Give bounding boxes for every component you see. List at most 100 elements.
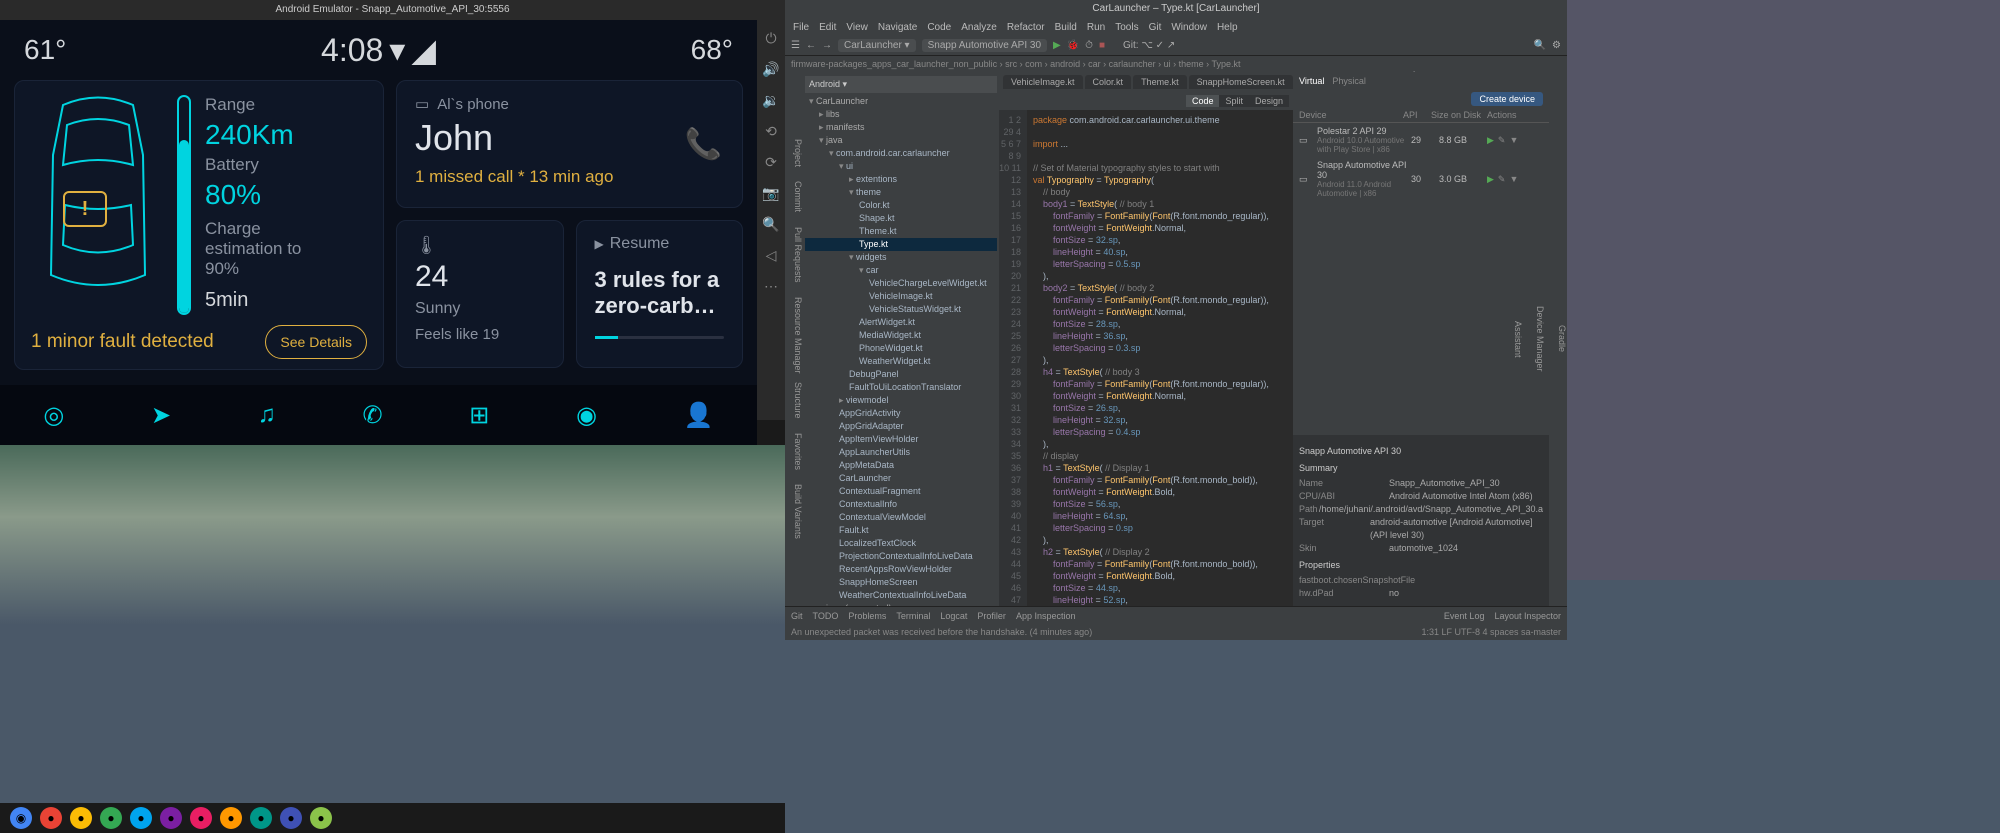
tree-node[interactable]: Color.kt <box>805 199 997 212</box>
tool-layout-inspector[interactable]: Layout Inspector <box>1494 611 1561 621</box>
os-taskbar[interactable]: ◉ ● ● ● ● ● ● ● ● ● ● <box>0 803 785 833</box>
tree-node[interactable]: AppMetaData <box>805 459 997 472</box>
stop-icon[interactable]: ■ <box>1099 40 1105 51</box>
tree-node[interactable]: DebugPanel <box>805 368 997 381</box>
taskbar-app-icon[interactable]: ● <box>160 807 182 829</box>
code-editor[interactable]: 1 2 29 4 5 6 7 8 9 10 11 12 13 14 15 16 … <box>999 110 1293 606</box>
device-row[interactable]: ▭Snapp Automotive API 30Android 11.0 And… <box>1293 157 1549 201</box>
menu-analyze[interactable]: Analyze <box>961 22 997 33</box>
tree-node[interactable]: ui <box>805 160 997 173</box>
tree-node[interactable]: Shape.kt <box>805 212 997 225</box>
android-view-combo[interactable]: Android <box>809 79 840 89</box>
edit-device-icon[interactable]: ✎ <box>1498 174 1506 185</box>
menu-tools[interactable]: Tools <box>1115 22 1138 33</box>
menu-code[interactable]: Code <box>927 22 951 33</box>
tool-app-inspection[interactable]: App Inspection <box>1016 611 1076 621</box>
menu-view[interactable]: View <box>846 22 868 33</box>
menu-window[interactable]: Window <box>1171 22 1207 33</box>
tab-vehicleimage-kt[interactable]: VehicleImage.kt <box>1003 75 1083 89</box>
device-menu-icon[interactable]: ▼ <box>1509 135 1518 146</box>
tool-todo[interactable]: TODO <box>813 611 839 621</box>
see-details-button[interactable]: See Details <box>265 325 367 359</box>
tree-node[interactable]: VehicleStatusWidget.kt <box>805 303 997 316</box>
mode-split[interactable]: Split <box>1219 95 1249 107</box>
phone-icon[interactable]: 📞 <box>685 127 722 162</box>
menu-refactor[interactable]: Refactor <box>1007 22 1045 33</box>
tree-node[interactable]: WeatherWidget.kt <box>805 355 997 368</box>
vehicle-status-tile[interactable]: ! Range 240Km Battery 80% Charge estimat… <box>14 80 384 370</box>
tree-node[interactable]: AppGridAdapter <box>805 420 997 433</box>
tree-node[interactable]: java <box>805 134 997 147</box>
git-icon[interactable]: Git: ⌥ ✓ ↗ <box>1123 40 1175 51</box>
tree-node[interactable]: FaultToUiLocationTranslator <box>805 381 997 394</box>
tree-node[interactable]: java (generated) <box>805 602 997 606</box>
taskbar-app-icon[interactable]: ● <box>190 807 212 829</box>
build-variants-tool-button[interactable]: Build Variants <box>793 484 803 539</box>
tree-node[interactable]: Type.kt <box>805 238 997 251</box>
device-row[interactable]: ▭Polestar 2 API 29Android 10.0 Automotiv… <box>1293 123 1549 157</box>
tree-node[interactable]: widgets <box>805 251 997 264</box>
zoom-icon[interactable]: 🔍 <box>762 216 779 233</box>
run-device-icon[interactable]: ▶ <box>1487 135 1494 146</box>
resource-manager-tool-button[interactable]: Resource Manager <box>793 297 803 374</box>
commit-tool-button[interactable]: Commit <box>793 181 803 212</box>
menu-edit[interactable]: Edit <box>819 22 836 33</box>
nav-navigate-icon[interactable]: ➤ <box>151 401 171 430</box>
device-manager-tool-button[interactable]: Device Manager <box>1535 306 1545 372</box>
volume-up-icon[interactable]: 🔊 <box>762 61 779 78</box>
edit-device-icon[interactable]: ✎ <box>1498 135 1506 146</box>
profile-icon[interactable]: ⏱ <box>1085 40 1093 51</box>
tree-node[interactable]: theme <box>805 186 997 199</box>
run-icon[interactable]: ▶ <box>1053 40 1061 51</box>
tool-event-log[interactable]: Event Log <box>1444 611 1485 621</box>
tool-terminal[interactable]: Terminal <box>896 611 930 621</box>
tree-node[interactable]: RecentAppsRowViewHolder <box>805 563 997 576</box>
tool-profiler[interactable]: Profiler <box>977 611 1006 621</box>
create-device-button[interactable]: Create device <box>1471 92 1543 106</box>
taskbar-app-icon[interactable]: ● <box>250 807 272 829</box>
tree-node[interactable]: VehicleChargeLevelWidget.kt <box>805 277 997 290</box>
structure-tool-button[interactable]: Structure <box>793 382 803 419</box>
tool-problems[interactable]: Problems <box>848 611 886 621</box>
tree-node[interactable]: LocalizedTextClock <box>805 537 997 550</box>
tree-node[interactable]: ContextualInfo <box>805 498 997 511</box>
nav-assistant-icon[interactable]: ◉ <box>576 401 597 430</box>
tree-node[interactable]: libs <box>805 108 997 121</box>
taskbar-app-icon[interactable]: ● <box>130 807 152 829</box>
ide-breadcrumb[interactable]: firmware-packages_apps_car_launcher_non_… <box>785 56 1567 72</box>
tree-node[interactable]: ContextualFragment <box>805 485 997 498</box>
back-icon[interactable]: ← <box>806 40 816 51</box>
tree-node[interactable]: CarLauncher <box>805 472 997 485</box>
volume-down-icon[interactable]: 🔉 <box>762 92 779 109</box>
tree-node[interactable]: manifests <box>805 121 997 134</box>
back-icon[interactable]: ◁ <box>766 247 777 264</box>
favorites-tool-button[interactable]: Favorites <box>793 433 803 470</box>
taskbar-app-icon[interactable]: ● <box>70 807 92 829</box>
module-combo[interactable]: CarLauncher ▾ <box>838 39 916 52</box>
tree-node[interactable]: viewmodel <box>805 394 997 407</box>
menu-help[interactable]: Help <box>1217 22 1238 33</box>
nav-music-icon[interactable]: ♫ <box>258 401 276 429</box>
more-icon[interactable]: ⋯ <box>764 278 778 295</box>
tree-node[interactable]: com.android.car.carlauncher <box>805 147 997 160</box>
assistant-tool-button[interactable]: Assistant <box>1513 321 1523 358</box>
device-tab-physical[interactable]: Physical <box>1332 76 1366 86</box>
tree-node[interactable]: PhoneWidget.kt <box>805 342 997 355</box>
taskbar-app-icon[interactable]: ● <box>100 807 122 829</box>
tree-node[interactable]: AlertWidget.kt <box>805 316 997 329</box>
menu-navigate[interactable]: Navigate <box>878 22 917 33</box>
device-combo[interactable]: Snapp Automotive API 30 <box>922 39 1047 52</box>
tree-node[interactable]: Theme.kt <box>805 225 997 238</box>
screenshot-icon[interactable]: 📷 <box>762 185 779 202</box>
power-icon[interactable]: ⏻ <box>765 30 776 47</box>
weather-tile[interactable]: 🌡 24 Sunny Feels like 19 <box>396 220 564 368</box>
tree-node[interactable]: car <box>805 264 997 277</box>
run-device-icon[interactable]: ▶ <box>1487 174 1494 185</box>
taskbar-app-icon[interactable]: ● <box>40 807 62 829</box>
project-tool-button[interactable]: Project <box>793 139 803 167</box>
debug-icon[interactable]: 🐞 <box>1067 40 1079 51</box>
gradle-tool-button[interactable]: Gradle <box>1557 325 1567 352</box>
phone-tile[interactable]: ▭Al`s phone John 1 missed call * 13 min … <box>396 80 743 208</box>
tree-node[interactable]: Fault.kt <box>805 524 997 537</box>
mode-code[interactable]: Code <box>1186 95 1220 107</box>
